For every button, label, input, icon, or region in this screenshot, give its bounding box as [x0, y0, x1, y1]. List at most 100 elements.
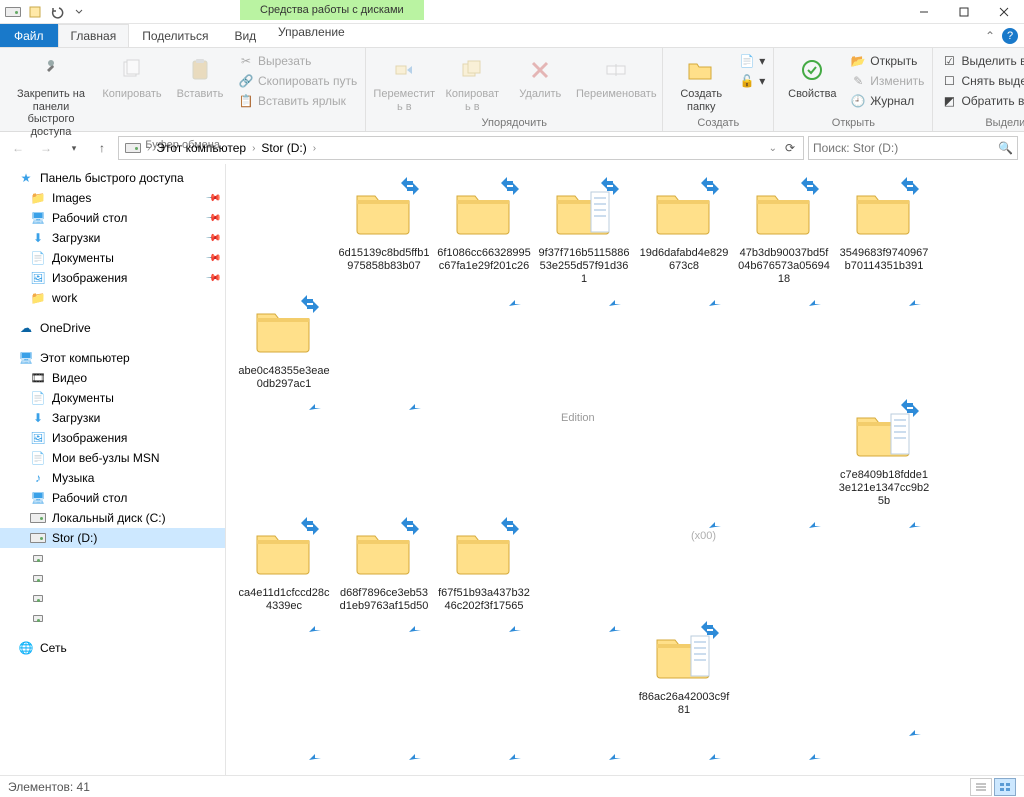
tree-videos[interactable]: 🎞Видео — [0, 368, 225, 388]
cut-button[interactable]: ✂Вырезать — [236, 52, 359, 70]
tree-stor-d[interactable]: Stor (D:) — [0, 528, 225, 548]
search-input[interactable] — [813, 141, 1013, 155]
view-icons-button[interactable] — [994, 778, 1016, 796]
folder-item-partial[interactable] — [435, 617, 533, 719]
folder-item-partial[interactable] — [835, 291, 933, 393]
pin-to-quick-access-button[interactable]: Закрепить на панели быстрого доступа — [6, 50, 96, 139]
folder-item[interactable]: d68f7896ce3eb53d1eb9763af15d50 — [335, 513, 433, 615]
tree-quick-access[interactable]: ★Панель быстрого доступа — [0, 168, 225, 188]
tree-documents[interactable]: 📄Документы📌 — [0, 248, 225, 268]
select-none-button[interactable]: ☐Снять выделение — [939, 72, 1024, 90]
folder-item[interactable]: ca4e11d1cfccd28c4339ec — [235, 513, 333, 615]
tree-unlabeled-1[interactable] — [0, 548, 225, 568]
folder-item-partial[interactable] — [635, 745, 733, 767]
tree-this-pc[interactable]: 🖥Этот компьютер — [0, 348, 225, 368]
ribbon-collapse-icon[interactable]: ⌃ — [982, 28, 998, 44]
paste-shortcut-button[interactable]: 📋Вставить ярлык — [236, 92, 359, 110]
invert-selection-button[interactable]: ◩Обратить выделение — [939, 92, 1024, 110]
folder-item-partial[interactable] — [235, 745, 333, 767]
select-all-button[interactable]: ☑Выделить все — [939, 52, 1024, 70]
delete-button[interactable]: Удалить — [508, 50, 572, 101]
folder-item[interactable]: c7e8409b18fdde13e121e1347cc9b25b — [835, 395, 933, 511]
tree-pictures2[interactable]: 🖼Изображения — [0, 428, 225, 448]
nav-up-button[interactable]: ↑ — [90, 136, 114, 160]
tab-share[interactable]: Поделиться — [129, 24, 221, 47]
qat-dropdown-icon[interactable] — [70, 3, 88, 21]
tree-local-c[interactable]: Локальный диск (C:) — [0, 508, 225, 528]
edit-button[interactable]: ✎Изменить — [848, 72, 926, 90]
tree-msn[interactable]: 📄Мои веб-узлы MSN — [0, 448, 225, 468]
tree-network[interactable]: 🌐Сеть — [0, 638, 225, 658]
folder-item[interactable]: 3549683f9740967b70114351b391 — [835, 173, 933, 289]
tree-documents2[interactable]: 📄Документы — [0, 388, 225, 408]
tree-work[interactable]: 📁work — [0, 288, 225, 308]
tree-unlabeled-3[interactable] — [0, 588, 225, 608]
breadcrumb-this-pc[interactable]: Этот компьютер — [152, 141, 250, 155]
folder-item-partial[interactable] — [635, 513, 733, 615]
paste-button[interactable]: Вставить — [168, 50, 232, 101]
folder-item-partial[interactable] — [535, 617, 633, 719]
tab-view[interactable]: Вид — [221, 24, 269, 47]
tree-downloads2[interactable]: ⬇Загрузки — [0, 408, 225, 428]
folder-item[interactable]: f67f51b93a437b3246c202f3f17565 — [435, 513, 533, 615]
folder-item[interactable]: 9f37f716b511588653e255d57f91d361 — [535, 173, 633, 289]
folder-item-partial[interactable] — [235, 617, 333, 719]
folder-item-partial[interactable] — [735, 291, 833, 393]
folder-item-partial[interactable] — [735, 745, 833, 767]
properties-button[interactable]: Свойства — [780, 50, 844, 101]
folder-item[interactable]: 47b3db90037bd5f04b676573a0569418 — [735, 173, 833, 289]
folder-item-partial[interactable] — [335, 617, 433, 719]
folder-item-partial[interactable] — [735, 513, 833, 615]
tree-images[interactable]: 📁Images📌 — [0, 188, 225, 208]
easy-access-button[interactable]: 🔓▾ — [737, 72, 767, 90]
tree-unlabeled-4[interactable] — [0, 608, 225, 628]
folder-item[interactable]: 6d15139c8bd5ffb1975858b83b07 — [335, 173, 433, 289]
minimize-button[interactable] — [904, 0, 944, 24]
tab-file[interactable]: Файл — [0, 24, 58, 47]
open-button[interactable]: 📂Открыть — [848, 52, 926, 70]
copy-path-button[interactable]: 🔗Скопировать путь — [236, 72, 359, 90]
folder-item-partial[interactable] — [435, 745, 533, 767]
nav-recent-button[interactable]: ▾ — [62, 136, 86, 160]
tree-desktop[interactable]: 🖥Рабочий стол📌 — [0, 208, 225, 228]
rename-button[interactable]: Переименовать — [576, 50, 656, 101]
copy-button[interactable]: Копировать — [100, 50, 164, 101]
breadcrumb-stor-d[interactable]: Stor (D:) — [257, 141, 310, 155]
refresh-button[interactable]: ⟳ — [779, 141, 801, 155]
maximize-button[interactable] — [944, 0, 984, 24]
folder-item-partial[interactable] — [535, 291, 633, 393]
tree-onedrive[interactable]: ☁OneDrive — [0, 318, 225, 338]
view-details-button[interactable] — [970, 778, 992, 796]
nav-back-button[interactable]: ← — [6, 136, 30, 160]
tree-pictures[interactable]: 🖼Изображения📌 — [0, 268, 225, 288]
folder-item-partial[interactable] — [535, 745, 633, 767]
folder-item[interactable]: 19d6dafabd4e829673c8 — [635, 173, 733, 289]
folder-item[interactable]: 6f1086cc66328995c67fa1e29f201c26 — [435, 173, 533, 289]
new-folder-button[interactable]: Создать папку — [669, 50, 733, 113]
folder-item-partial[interactable] — [835, 721, 933, 743]
undo-icon[interactable] — [48, 3, 66, 21]
tree-music[interactable]: ♪Музыка — [0, 468, 225, 488]
breadcrumb-dropdown-icon[interactable]: ⌄ — [769, 143, 777, 154]
folder-item[interactable]: f86ac26a42003c9f81 — [635, 617, 733, 719]
breadcrumb[interactable]: › Этот компьютер › Stor (D:) › ⌄ ⟳ — [118, 136, 804, 160]
search-icon[interactable]: 🔍 — [998, 141, 1013, 155]
close-button[interactable] — [984, 0, 1024, 24]
history-button[interactable]: 🕘Журнал — [848, 92, 926, 110]
help-icon[interactable]: ? — [1002, 28, 1018, 44]
tree-desktop2[interactable]: 🖥Рабочий стол — [0, 488, 225, 508]
folder-item-partial[interactable] — [335, 745, 433, 767]
folder-item[interactable]: abe0c48355e3eae0db297ac1 — [235, 291, 333, 393]
folder-item-partial[interactable] — [335, 395, 433, 511]
folder-item-partial[interactable] — [835, 513, 933, 615]
folder-item-partial[interactable] — [435, 291, 533, 393]
tab-manage[interactable]: Управление — [265, 24, 358, 39]
new-item-button[interactable]: 📄▾ — [737, 52, 767, 70]
copy-to-button[interactable]: Копироват ь в — [440, 50, 504, 113]
tab-home[interactable]: Главная — [58, 24, 130, 47]
move-to-button[interactable]: Переместит ь в — [372, 50, 436, 113]
nav-forward-button[interactable]: → — [34, 136, 58, 160]
tree-unlabeled-2[interactable] — [0, 568, 225, 588]
qat-properties-icon[interactable] — [26, 3, 44, 21]
folder-item-partial[interactable] — [235, 395, 333, 511]
